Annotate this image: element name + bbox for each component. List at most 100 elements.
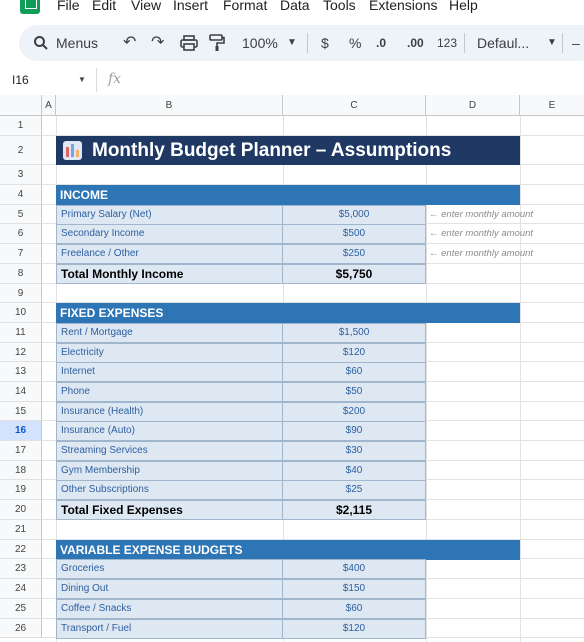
menu-edit[interactable]: Edit — [92, 0, 116, 13]
font-chevron-down-icon[interactable]: ▼ — [547, 34, 557, 52]
total-fixed-label[interactable]: Total Fixed Expenses — [56, 500, 283, 520]
menu-help[interactable]: Help — [449, 0, 478, 13]
total-fixed-value[interactable]: $2,115 — [282, 500, 426, 520]
expense-value[interactable]: $400 — [282, 559, 426, 579]
name-box-chevron-down-icon[interactable]: ▼ — [78, 75, 86, 84]
row-header[interactable]: 23 — [0, 559, 42, 579]
increase-decimal-button[interactable]: .00 — [407, 34, 424, 52]
row-header[interactable]: 25 — [0, 599, 42, 619]
income-value[interactable]: $5,000 — [282, 205, 426, 225]
decrease-font-size-icon[interactable]: – — [572, 34, 580, 52]
total-income-value[interactable]: $5,750 — [282, 264, 426, 284]
row-header[interactable]: 5 — [0, 205, 42, 224]
name-box[interactable]: I16 — [12, 73, 29, 87]
expense-label[interactable]: Dining Out — [56, 579, 283, 599]
row-header[interactable]: 13 — [0, 362, 42, 382]
row-header[interactable]: 26 — [0, 619, 42, 638]
expense-value[interactable]: $120 — [282, 619, 426, 639]
expense-value[interactable]: $40 — [282, 461, 426, 481]
row-header[interactable]: 9 — [0, 284, 42, 303]
row-header[interactable]: 19 — [0, 480, 42, 500]
menu-file[interactable]: File — [57, 0, 80, 13]
row-header[interactable]: 2 — [0, 136, 42, 165]
expense-value[interactable]: $120 — [282, 343, 426, 363]
income-note[interactable]: ← enter monthly amount — [429, 205, 533, 225]
menu-extensions[interactable]: Extensions — [369, 0, 437, 13]
income-value[interactable]: $500 — [282, 224, 426, 244]
zoom-select[interactable]: 100% — [242, 34, 278, 52]
expense-label[interactable]: Groceries — [56, 559, 283, 579]
expense-value[interactable]: $90 — [282, 421, 426, 441]
expense-value[interactable]: $60 — [282, 362, 426, 382]
expense-value[interactable]: $30 — [282, 441, 426, 461]
variable-expenses-section-header[interactable]: VARIABLE EXPENSE BUDGETS — [56, 540, 520, 560]
expense-value[interactable]: $200 — [282, 402, 426, 422]
expense-label[interactable]: Electricity — [56, 343, 283, 363]
column-header-e[interactable]: E — [520, 95, 584, 116]
income-value[interactable]: $250 — [282, 244, 426, 264]
row-header[interactable]: 12 — [0, 343, 42, 362]
search-menus-button[interactable]: Menus — [56, 34, 98, 52]
undo-icon[interactable]: ↶ — [123, 34, 136, 52]
sheet-title[interactable]: Monthly Budget Planner – Assumptions — [56, 136, 520, 165]
expense-label[interactable]: Insurance (Health) — [56, 402, 283, 422]
column-header-b[interactable]: B — [56, 95, 283, 116]
income-section-header[interactable]: INCOME — [56, 185, 520, 205]
select-all-corner[interactable] — [0, 95, 42, 116]
row-header[interactable]: 8 — [0, 264, 42, 284]
column-header-c[interactable]: C — [283, 95, 426, 116]
row-header[interactable]: 10 — [0, 303, 42, 323]
menu-format[interactable]: Format — [223, 0, 267, 13]
menu-insert[interactable]: Insert — [173, 0, 208, 13]
row-header[interactable]: 24 — [0, 579, 42, 599]
expense-label[interactable]: Gym Membership — [56, 461, 283, 481]
currency-format-button[interactable]: $ — [321, 34, 329, 52]
row-header[interactable]: 7 — [0, 244, 42, 264]
row-header[interactable]: 6 — [0, 224, 42, 244]
percent-format-button[interactable]: % — [349, 34, 361, 52]
expense-label[interactable]: Internet — [56, 362, 283, 382]
expense-value[interactable]: $1,500 — [282, 323, 426, 343]
row-header[interactable]: 3 — [0, 165, 42, 185]
fixed-expenses-section-header[interactable]: FIXED EXPENSES — [56, 303, 520, 323]
row-header[interactable]: 14 — [0, 382, 42, 402]
row-header[interactable]: 16 — [0, 421, 42, 441]
decrease-decimal-button[interactable]: .0 — [376, 34, 386, 52]
menu-tools[interactable]: Tools — [323, 0, 356, 13]
search-icon[interactable] — [33, 35, 49, 51]
expense-value[interactable]: $25 — [282, 480, 426, 500]
menu-view[interactable]: View — [131, 0, 161, 13]
income-label[interactable]: Freelance / Other — [56, 244, 283, 264]
row-header[interactable]: 18 — [0, 461, 42, 480]
expense-value[interactable]: $50 — [282, 382, 426, 402]
row-header[interactable]: 4 — [0, 185, 42, 205]
column-header-a[interactable]: A — [42, 95, 56, 116]
income-note[interactable]: ← enter monthly amount — [429, 224, 533, 244]
menu-data[interactable]: Data — [280, 0, 310, 13]
row-header[interactable]: 1 — [0, 116, 42, 136]
expense-label[interactable]: Transport / Fuel — [56, 619, 283, 639]
row-header[interactable]: 11 — [0, 323, 42, 343]
print-icon[interactable] — [180, 35, 198, 51]
row-header[interactable]: 21 — [0, 520, 42, 540]
expense-value[interactable]: $150 — [282, 579, 426, 599]
column-header-d[interactable]: D — [426, 95, 520, 116]
row-header[interactable]: 17 — [0, 441, 42, 461]
expense-label[interactable]: Streaming Services — [56, 441, 283, 461]
row-header[interactable]: 22 — [0, 540, 42, 559]
more-formats-button[interactable]: 123 — [437, 34, 457, 52]
expense-label[interactable]: Coffee / Snacks — [56, 599, 283, 619]
expense-label[interactable]: Insurance (Auto) — [56, 421, 283, 441]
income-label[interactable]: Secondary Income — [56, 224, 283, 244]
font-select[interactable]: Defaul... — [477, 34, 529, 52]
paint-format-icon[interactable] — [209, 34, 225, 52]
income-label[interactable]: Primary Salary (Net) — [56, 205, 283, 225]
income-note[interactable]: ← enter monthly amount — [429, 244, 533, 264]
row-header[interactable]: 15 — [0, 402, 42, 421]
expense-label[interactable]: Phone — [56, 382, 283, 402]
formula-input[interactable] — [130, 68, 584, 92]
redo-icon[interactable]: ↷ — [151, 34, 164, 52]
zoom-chevron-down-icon[interactable]: ▼ — [287, 34, 297, 52]
expense-label[interactable]: Rent / Mortgage — [56, 323, 283, 343]
row-header[interactable]: 20 — [0, 500, 42, 520]
